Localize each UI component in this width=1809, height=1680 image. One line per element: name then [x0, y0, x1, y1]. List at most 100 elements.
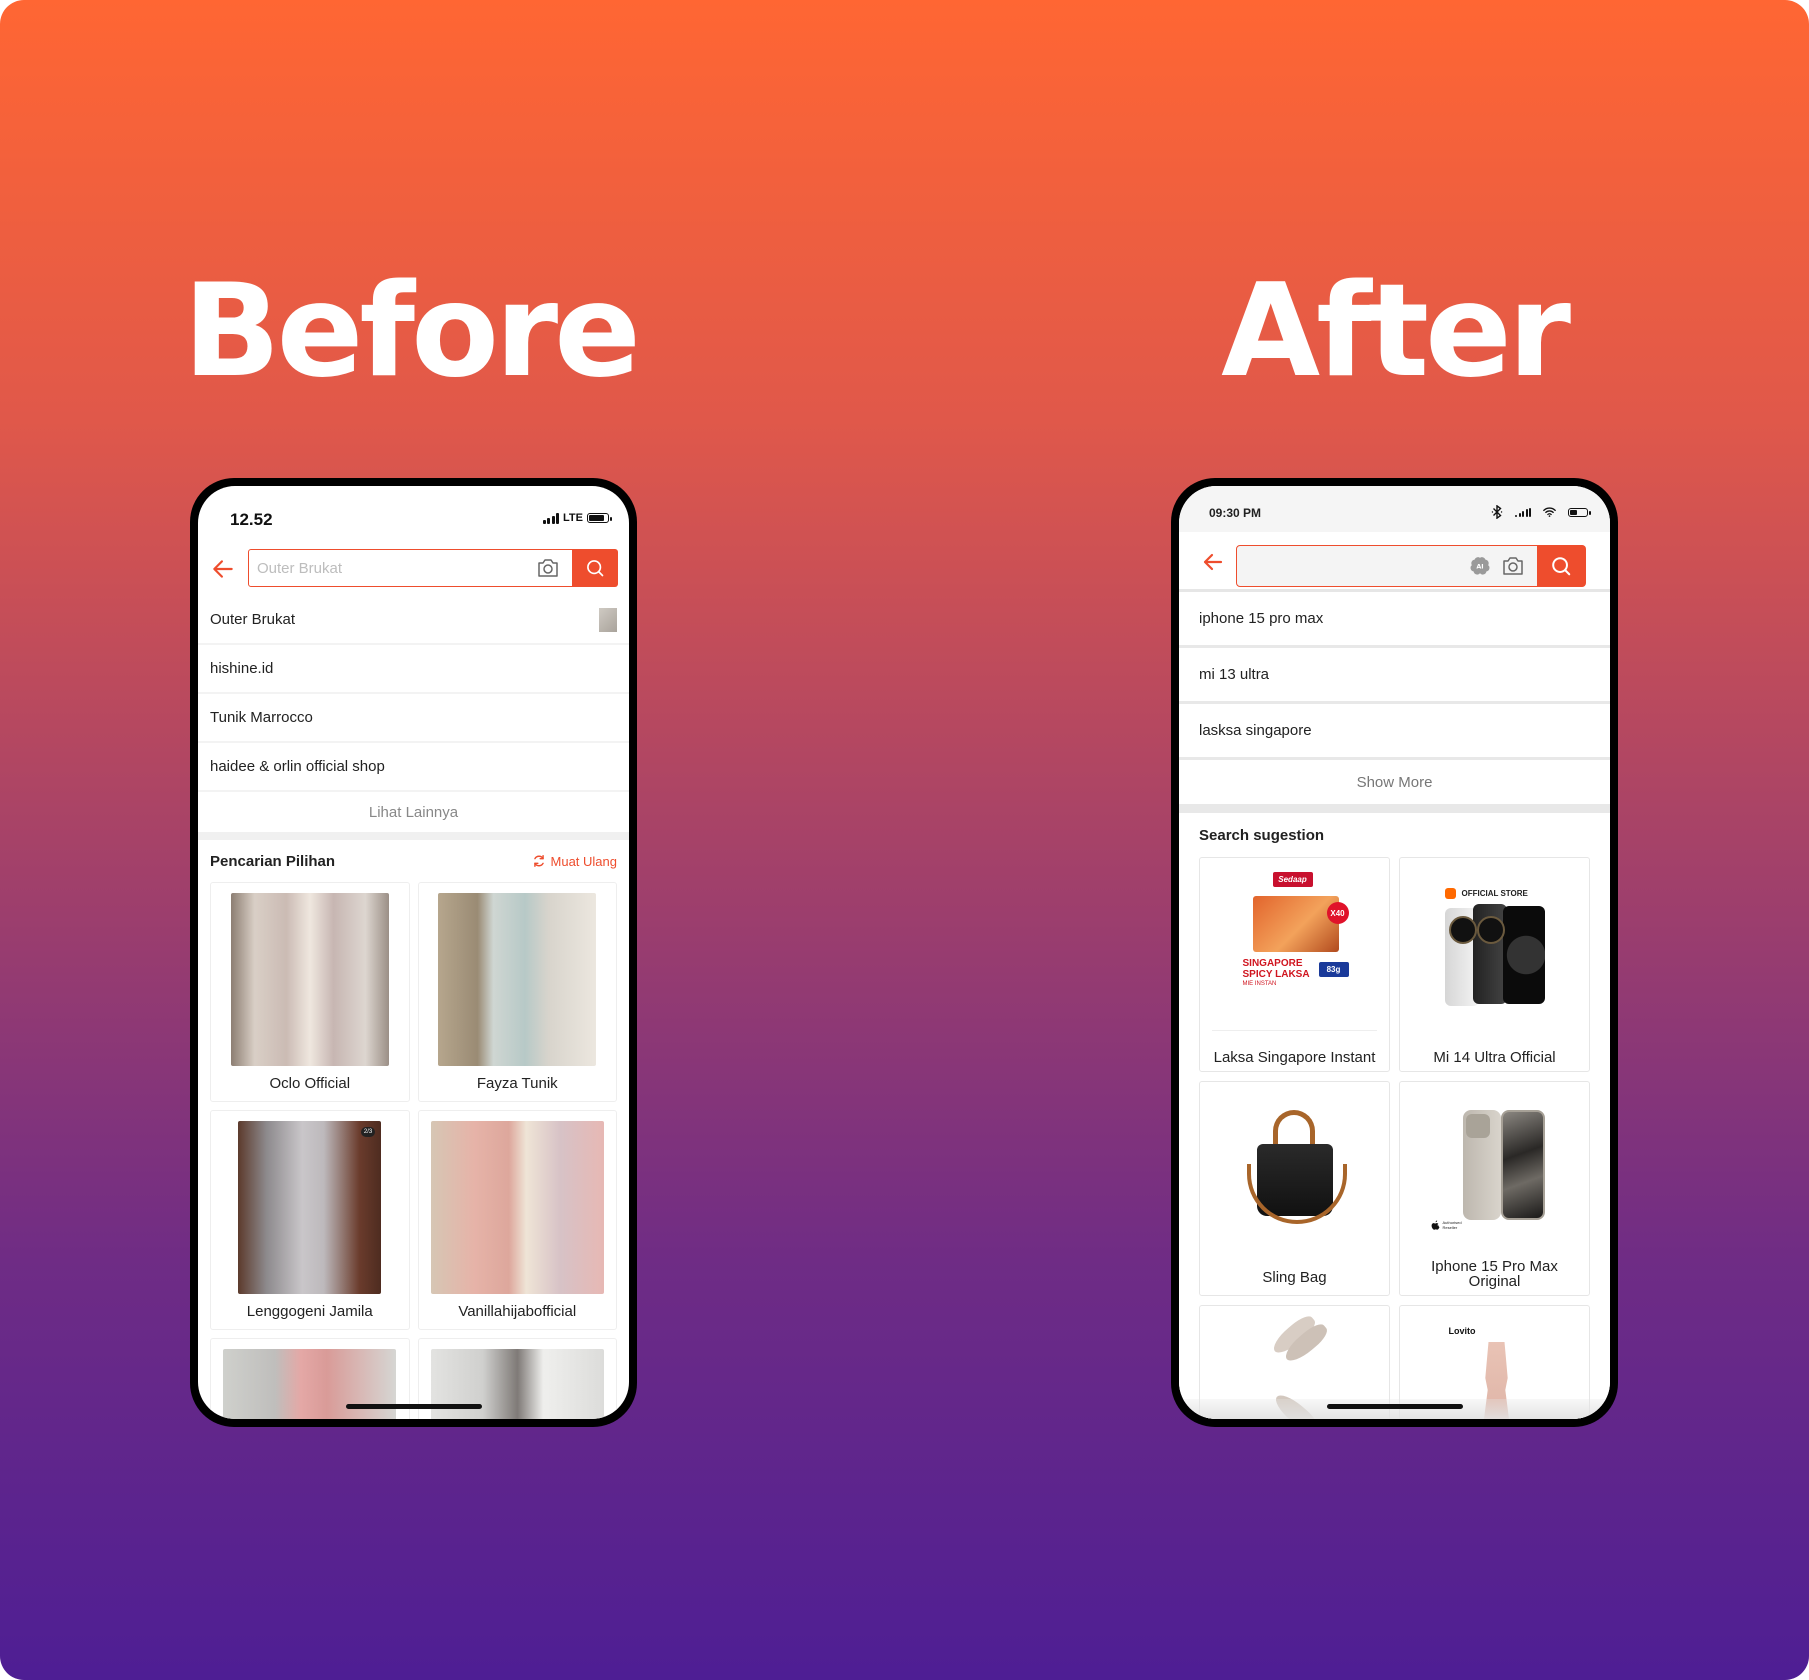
- recommendation-card[interactable]: Vanillahijabofficial: [417, 1110, 617, 1330]
- pack-count-badge: X40: [1326, 902, 1349, 924]
- history-thumbnail: [599, 607, 617, 632]
- product-image: 2/3: [238, 1121, 382, 1294]
- brand-logo: Lovito: [1448, 1326, 1476, 1336]
- before-title: Before: [183, 257, 641, 406]
- suggestion-grid: Sedaap X40 SINGAPORE SPICY LAKSA MIE INS…: [1179, 857, 1610, 1419]
- camera-module: [1465, 1114, 1490, 1138]
- history-item[interactable]: haidee & orlin official shop: [198, 743, 629, 792]
- history-item[interactable]: Outer Brukat: [198, 596, 629, 645]
- noodle-pack: [1252, 896, 1339, 952]
- status-time: 09:30 PM: [1209, 506, 1262, 520]
- reload-label: Muat Ulang: [550, 853, 617, 869]
- card-label: Fayza Tunik: [476, 1075, 558, 1092]
- search-input[interactable]: [249, 558, 536, 578]
- bag-strap: [1246, 1164, 1347, 1224]
- search-input[interactable]: [1237, 556, 1469, 576]
- search-icon: [1552, 557, 1571, 576]
- camera-icon[interactable]: [1501, 556, 1525, 576]
- pack-subtitle: MIE INSTAN: [1242, 981, 1277, 987]
- suggestion-card[interactable]: Sling Bag: [1199, 1081, 1390, 1296]
- history-item[interactable]: hishine.id: [198, 645, 629, 694]
- wifi-icon: [1543, 507, 1556, 517]
- history-item[interactable]: lasksa singapore: [1179, 704, 1610, 760]
- history-item[interactable]: iphone 15 pro max: [1179, 592, 1610, 648]
- network-label: LTE: [563, 512, 583, 524]
- official-store-tag: OFFICIAL STORE: [1444, 888, 1528, 899]
- bluetooth-icon: [1491, 505, 1503, 519]
- reload-button[interactable]: Muat Ulang: [532, 854, 617, 869]
- history-item-label: Tunik Marrocco: [210, 709, 313, 726]
- battery-icon: [587, 513, 612, 523]
- search-icon: [586, 560, 603, 577]
- search-history-list: Outer Brukat hishine.id Tunik Marrocco h…: [198, 596, 629, 1419]
- product-image: [1235, 1094, 1355, 1234]
- store-tag-label: OFFICIAL STORE: [1461, 889, 1528, 898]
- card-label: Laksa Singapore Instant: [1213, 1049, 1376, 1066]
- after-title: After: [1221, 257, 1571, 406]
- recommendation-grid: Oclo Official Fayza Tunik 2/3 Lenggogeni…: [198, 882, 629, 1419]
- product-image: Sedaap X40 SINGAPORE SPICY LAKSA MIE INS…: [1235, 870, 1355, 1010]
- status-icons: [1491, 505, 1591, 519]
- card-separator: [1212, 1030, 1377, 1031]
- product-image: Authorised Reseller: [1431, 1094, 1555, 1234]
- phone-screen: [1502, 906, 1545, 1004]
- apple-logo-icon: [1431, 1220, 1439, 1230]
- status-bar: 09:30 PM: [1179, 486, 1610, 532]
- history-item-label: haidee & orlin official shop: [210, 758, 385, 775]
- authorised-reseller-tag: Authorised Reseller: [1431, 1220, 1465, 1230]
- back-arrow-icon[interactable]: [1201, 550, 1225, 574]
- history-item-label: hishine.id: [210, 660, 274, 677]
- card-label: Lenggogeni Jamila: [246, 1303, 373, 1320]
- camera-icon[interactable]: [536, 558, 560, 578]
- refresh-icon: [533, 855, 544, 867]
- search-button[interactable]: [571, 549, 618, 587]
- recommendation-card[interactable]: Fayza Tunik: [417, 882, 617, 1102]
- suggestion-card[interactable]: Authorised Reseller Iphone 15 Pro Max Or…: [1399, 1081, 1590, 1296]
- status-icons: LTE: [542, 512, 612, 524]
- bottom-nav-fade: [1179, 1399, 1610, 1419]
- history-item-label: Outer Brukat: [210, 611, 296, 628]
- brand-logo: Sedaap: [1272, 872, 1313, 887]
- after-screen: 09:30 PM AI iphone 15 pro max mi 13 ultr…: [1179, 486, 1610, 1419]
- recommendation-card[interactable]: Oclo Official: [210, 882, 410, 1102]
- see-more-button[interactable]: Lihat Lainnya: [198, 792, 629, 832]
- product-image: OFFICIAL STORE: [1435, 870, 1555, 1010]
- recommendation-card[interactable]: 2/3 Lenggogeni Jamila: [210, 1110, 410, 1330]
- after-phone: 09:30 PM AI iphone 15 pro max mi 13 ultr…: [1171, 478, 1618, 1427]
- suggestion-card[interactable]: Sedaap X40 SINGAPORE SPICY LAKSA MIE INS…: [1199, 857, 1390, 1072]
- search-row: [198, 549, 629, 589]
- search-row: AI: [1179, 532, 1610, 592]
- card-label: Iphone 15 Pro Max Original: [1431, 1258, 1558, 1290]
- product-image: [230, 893, 389, 1066]
- show-more-button[interactable]: Show More: [1179, 760, 1610, 804]
- signal-icon: [542, 512, 560, 524]
- ai-icon-text: AI: [1476, 564, 1483, 571]
- history-item[interactable]: Tunik Marrocco: [198, 694, 629, 743]
- phone-front: [1500, 1110, 1545, 1220]
- battery-icon: [1568, 507, 1591, 517]
- section-header: Pencarian Pilihan Muat Ulang: [198, 840, 629, 882]
- image-count-badge: 2/3: [360, 1127, 376, 1137]
- history-item[interactable]: mi 13 ultra: [1179, 648, 1610, 704]
- background-canvas: Before After 12.52 LTE Outer Brukat Oute…: [0, 0, 1809, 1680]
- product-image: [430, 1121, 604, 1294]
- pack-title: SINGAPORE SPICY LAKSA: [1242, 958, 1310, 980]
- section-divider: [198, 832, 629, 840]
- home-indicator: [345, 1404, 482, 1409]
- ai-search-icon[interactable]: AI: [1469, 556, 1491, 576]
- status-bar: 12.52 LTE: [198, 486, 629, 536]
- status-time: 12.52: [230, 510, 273, 529]
- search-history-list: iphone 15 pro max mi 13 ultra lasksa sin…: [1179, 592, 1610, 1419]
- section-title: Pencarian Pilihan: [210, 852, 336, 870]
- search-button[interactable]: [1536, 545, 1586, 587]
- brand-logo: [1444, 888, 1456, 899]
- card-label: Mi 14 Ultra Official: [1433, 1049, 1556, 1066]
- suggestion-card[interactable]: OFFICIAL STORE Mi 14 Ultra Official: [1399, 857, 1590, 1072]
- home-indicator: [1326, 1404, 1463, 1409]
- section-divider: [1179, 804, 1610, 813]
- card-label: Sling Bag: [1262, 1269, 1327, 1286]
- back-arrow-icon[interactable]: [210, 556, 236, 582]
- camera-ring: [1448, 916, 1477, 944]
- search-box: AI: [1236, 545, 1586, 587]
- before-phone: 12.52 LTE Outer Brukat Outer Brukat hish…: [190, 478, 637, 1427]
